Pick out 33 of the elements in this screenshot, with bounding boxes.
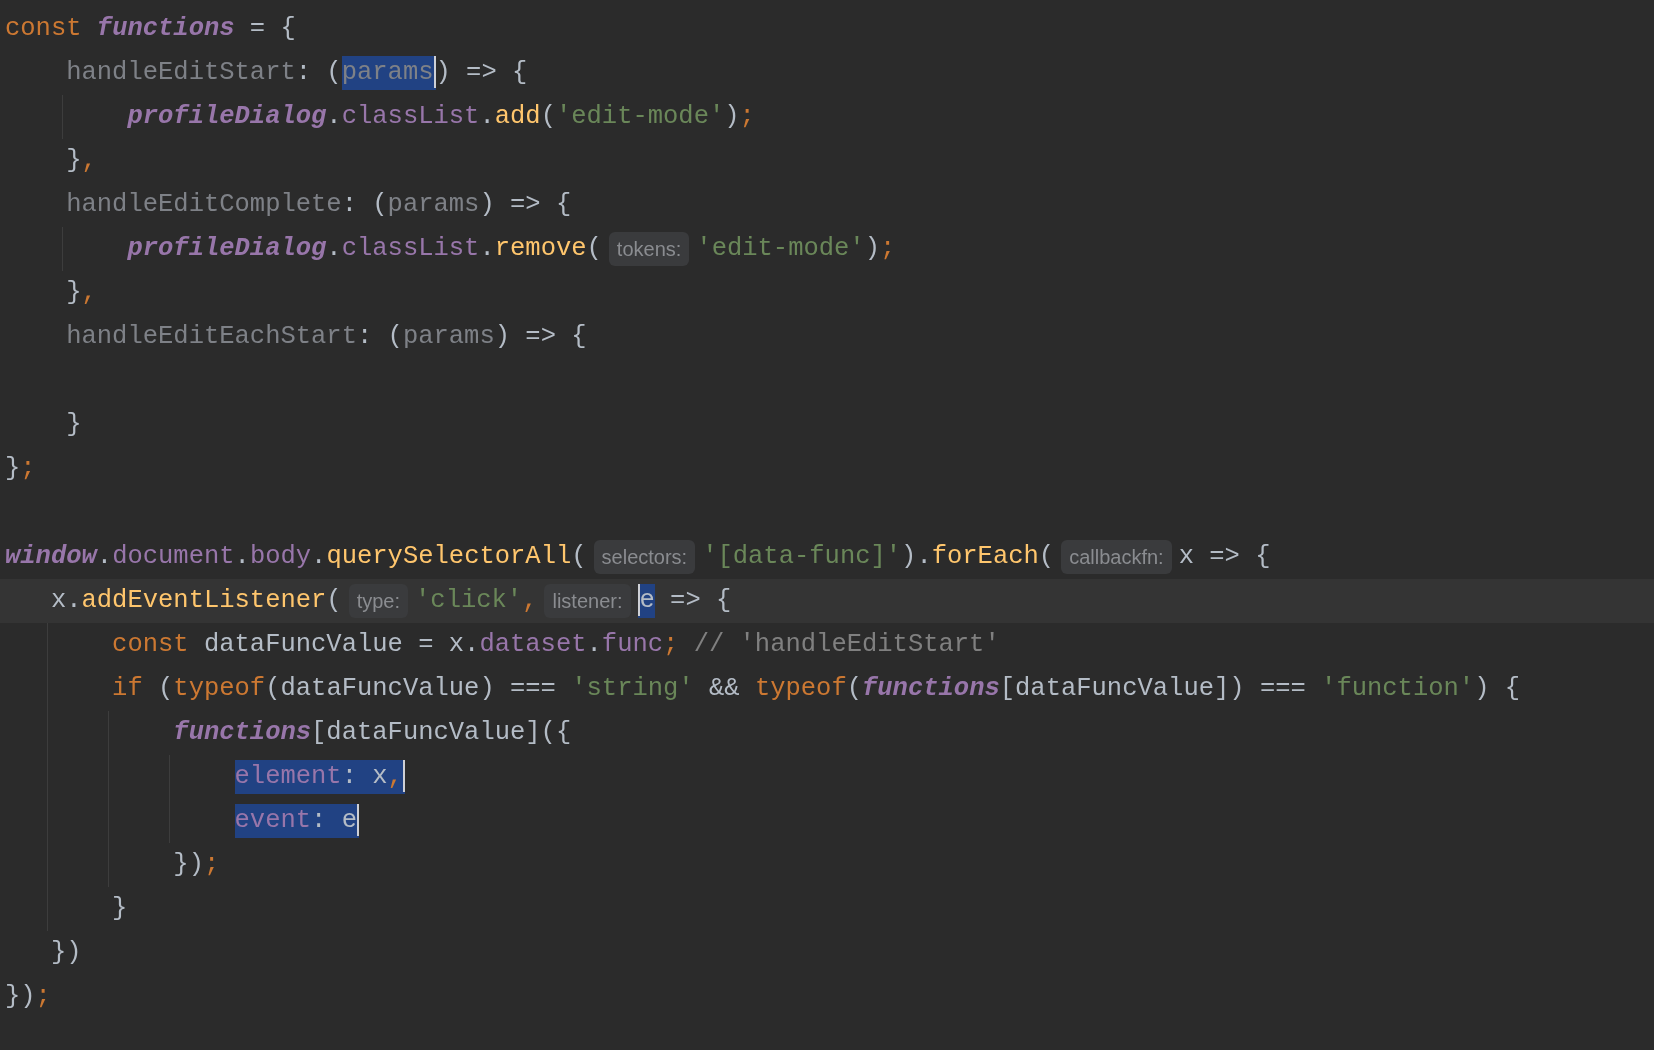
selected-code-text[interactable]: e	[637, 584, 655, 618]
selected-code-text[interactable]: event: e	[234, 804, 359, 838]
selected-code-text[interactable]: element: x,	[234, 760, 405, 794]
code-text[interactable]: if (typeof(dataFuncValue) === 'string' && typeof(functions[dataFuncValue]) === 'function') {	[5, 672, 1521, 706]
code-text[interactable]: profileDialog.classList.add('edit-mode');	[5, 100, 755, 134]
code-text[interactable]: x => {	[1178, 540, 1271, 574]
code-text[interactable]: handleEditComplete: (params) => {	[5, 188, 572, 222]
code-text[interactable]: }	[5, 408, 82, 442]
code-text[interactable]: functions[dataFuncValue]({	[5, 716, 572, 750]
code-text[interactable]: window.document.body.querySelectorAll(	[5, 540, 587, 574]
code-text[interactable]: profileDialog.classList.remove(	[5, 232, 602, 266]
parameter-hint: type:	[348, 584, 409, 618]
code-text[interactable]: x.addEventListener(	[5, 584, 342, 618]
code-text[interactable]: },	[5, 276, 97, 310]
code-text[interactable]: })	[5, 936, 82, 970]
code-text[interactable]: });	[5, 848, 220, 882]
code-text[interactable]: => {	[654, 584, 732, 618]
code-text[interactable]: const functions = {	[5, 12, 296, 46]
code-text[interactable]: '[data-func]').forEach(	[702, 540, 1055, 574]
code-text[interactable]: handleEditEachStart: (params) => {	[5, 320, 587, 354]
parameter-hint: tokens:	[608, 232, 690, 266]
code-text[interactable]: ) => {	[435, 56, 528, 90]
parameter-hint: callbackfn:	[1061, 540, 1172, 574]
code-text[interactable]: }	[5, 892, 128, 926]
code-text[interactable]: };	[5, 452, 36, 486]
code-text[interactable]: 'click',	[415, 584, 538, 618]
parameter-hint: listener:	[544, 584, 631, 618]
code-text[interactable]: const dataFuncValue = x.dataset.func; // 'handleEditStart'	[5, 628, 1000, 662]
code-text[interactable]: 'edit-mode');	[696, 232, 896, 266]
code-text[interactable]: handleEditStart: (	[5, 56, 342, 90]
parameter-hint: selectors:	[593, 540, 696, 574]
code-text[interactable]: });	[5, 980, 51, 1014]
code-text[interactable]: },	[5, 144, 97, 178]
